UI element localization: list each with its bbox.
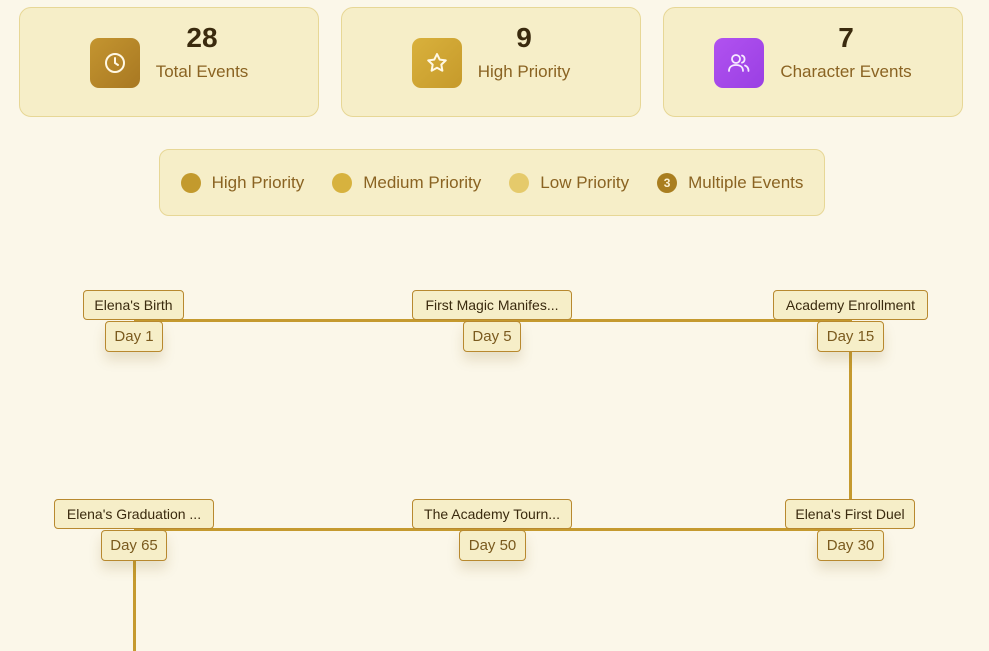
high-priority-dot-icon [180,172,201,193]
timeline-connector-turn-left [133,548,136,651]
legend-label: Multiple Events [688,172,804,192]
medium-priority-dot-icon [332,172,353,193]
event-day-badge: Day 30 [817,530,884,561]
priority-legend: High Priority Medium Priority Low Priori… [159,149,825,216]
event-title-first-magic-manifestation[interactable]: First Magic Manifes... [412,290,572,320]
stat-card-character-events: 7 Character Events [663,7,963,117]
event-day-badge: Day 5 [463,321,521,352]
low-priority-dot-icon [509,172,530,193]
event-day-badge: Day 1 [105,321,163,352]
legend-low-priority: Low Priority [509,172,630,193]
clock-icon [89,38,140,88]
stat-label: Character Events [780,62,912,81]
stat-value: 9 [516,22,532,53]
event-title-elenas-first-duel[interactable]: Elena's First Duel [785,499,915,529]
stat-value: 7 [838,22,854,53]
stat-card-high-priority: 9 High Priority [341,7,641,117]
multiple-events-count-badge: 3 [657,172,678,193]
event-day-badge: Day 15 [817,321,884,352]
stat-card-total-events: 28 Total Events [19,7,319,117]
star-icon [411,38,462,88]
stat-label: High Priority [477,62,571,81]
event-title-academy-tournament[interactable]: The Academy Tourn... [412,499,572,529]
event-day-badge: Day 50 [459,530,526,561]
legend-label: Low Priority [540,172,630,192]
stat-label: Total Events [155,62,249,81]
legend-medium-priority: Medium Priority [332,172,482,193]
event-title-elenas-graduation[interactable]: Elena's Graduation ... [54,499,214,529]
event-title-elenas-birth[interactable]: Elena's Birth [83,290,184,320]
event-title-academy-enrollment[interactable]: Academy Enrollment [773,290,928,320]
legend-label: High Priority [211,172,305,192]
stat-value: 28 [186,22,218,53]
users-icon [714,38,765,88]
legend-high-priority: High Priority [180,172,305,193]
timeline-connector-turn-right [849,340,852,512]
event-day-badge: Day 65 [101,530,167,561]
legend-label: Medium Priority [363,172,482,192]
legend-multiple-events: 3 Multiple Events [657,172,804,193]
